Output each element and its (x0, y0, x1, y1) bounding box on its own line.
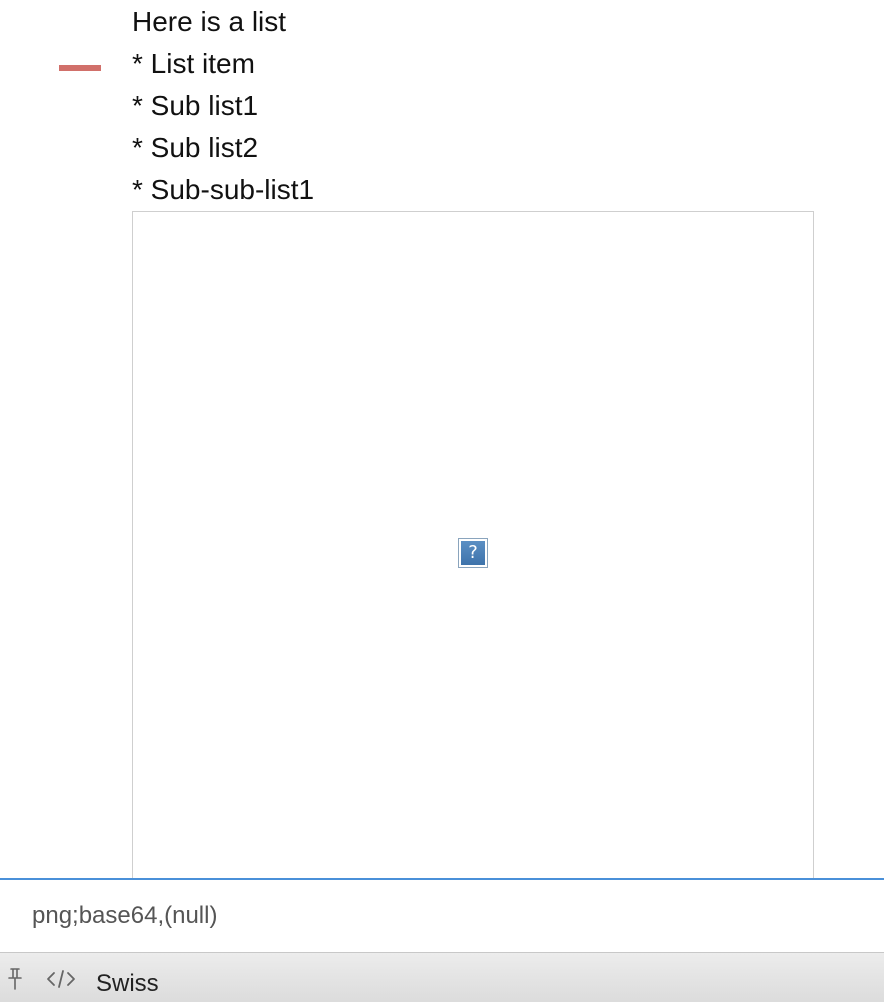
list-item: * Sub-sub-list1 (132, 174, 315, 205)
question-mark-glyph: ? (461, 541, 485, 565)
language-label[interactable]: Swiss (96, 970, 159, 998)
pin-icon[interactable] (6, 967, 24, 991)
list-item: * Sub list2 (132, 132, 259, 163)
change-marker[interactable] (59, 65, 101, 71)
list-item: * List item (132, 48, 255, 79)
code-icon[interactable] (46, 969, 76, 989)
status-bar: Swiss (0, 952, 884, 1002)
image-placeholder[interactable]: ? (132, 211, 814, 878)
broken-image-icon: ? (458, 538, 488, 568)
source-text: png;base64,(null) (32, 902, 218, 929)
document-view[interactable]: Here is a list * List item * Sub list1 *… (0, 0, 884, 878)
list-heading: Here is a list (132, 6, 287, 37)
source-panel[interactable]: png;base64,(null) (0, 880, 884, 952)
list-item: * Sub list1 (132, 90, 259, 121)
